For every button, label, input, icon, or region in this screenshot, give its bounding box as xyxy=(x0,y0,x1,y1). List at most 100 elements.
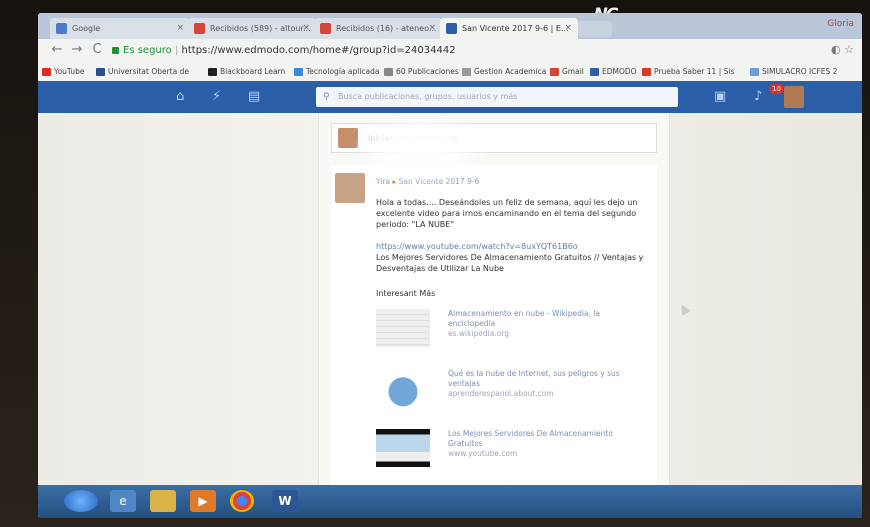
bookmark-edmodo[interactable]: EDMODO xyxy=(590,65,637,79)
bookmark-gestion[interactable]: Gestion Academica xyxy=(462,65,546,79)
notification-badge: 10 xyxy=(770,84,783,94)
gmail-favicon-icon xyxy=(320,23,331,34)
start-button[interactable] xyxy=(64,490,98,512)
link-card-url: es.wikipedia.org xyxy=(448,329,510,338)
gmail-favicon-icon xyxy=(194,23,205,34)
google-favicon-icon xyxy=(56,23,67,34)
close-tab-icon[interactable]: × xyxy=(564,18,572,39)
youtube-icon xyxy=(42,68,51,76)
tab-gmail-2[interactable]: Recibidos (16) - ateneo... × xyxy=(314,18,442,39)
close-tab-icon[interactable]: × xyxy=(302,18,310,39)
bell-icon[interactable]: ♪ xyxy=(754,89,762,104)
feed-post: Yira ▸ San Vicente 2017 9-6 Hola a todas… xyxy=(331,165,657,485)
link-card-url: www.youtube.com xyxy=(448,449,518,458)
tab-label: San Vicente 2017 9-6 | E... xyxy=(462,24,569,33)
video-thumbnail xyxy=(376,429,430,467)
tab-edmodo[interactable]: San Vicente 2017 9-6 | E... × xyxy=(440,18,578,39)
taskbar: e ▶ W xyxy=(38,485,862,518)
browser-toolbar: ← → C Es seguro | https://www.edmodo.com… xyxy=(38,39,862,64)
post-group[interactable]: San Vicente 2017 9-6 xyxy=(399,177,480,186)
tab-google[interactable]: Google × xyxy=(50,18,190,39)
browser-window: Google × Recibidos (589) - altour... × R… xyxy=(38,13,862,518)
avatar xyxy=(338,128,358,148)
bookmark-label: YouTube xyxy=(54,67,85,76)
close-tab-icon[interactable]: × xyxy=(428,18,436,39)
bookmark-label: Gmail xyxy=(562,67,584,76)
search-input[interactable]: ⚲ Busca publicaciones, grupos, usuarios … xyxy=(316,87,678,107)
folder-icon[interactable] xyxy=(150,490,176,512)
post-composer[interactable]: Iniciar una publicación xyxy=(331,123,657,153)
tab-gmail-1[interactable]: Recibidos (589) - altour... × xyxy=(188,18,316,39)
reload-icon[interactable]: C xyxy=(88,42,106,57)
back-icon[interactable]: ← xyxy=(48,42,66,57)
saber-icon xyxy=(642,68,651,76)
bookmarks-bar: YouTube Universitat Oberta de Blackboard… xyxy=(38,63,862,82)
link-card-url: aprenderespanol.about.com xyxy=(448,389,554,398)
simulacro-icon xyxy=(750,68,759,76)
arrow-right-icon: ▸ xyxy=(392,177,397,186)
bookmark-blackboard[interactable]: Blackboard Learn xyxy=(208,65,285,79)
bookmark-label: Universitat Oberta de xyxy=(108,67,189,76)
post-link-url[interactable]: https://www.youtube.com/watch?v=8uxYQT61… xyxy=(376,241,651,252)
backpack-icon[interactable]: ▣ xyxy=(714,89,726,104)
composer-placeholder: Iniciar una publicación xyxy=(368,134,459,143)
bookmark-tecnologia[interactable]: Tecnología aplicada xyxy=(294,65,379,79)
page-icon xyxy=(384,68,393,76)
link-card-title: Los Mejores Servidores De Almacenamiento… xyxy=(448,429,613,448)
monitor-bezel: NC Google × Recibidos (589) - altour... … xyxy=(0,0,870,527)
wikipedia-thumbnail xyxy=(376,309,430,347)
user-avatar[interactable] xyxy=(784,86,804,108)
post-meta: Yira ▸ San Vicente 2017 9-6 xyxy=(376,177,479,186)
library-icon[interactable]: ▤ xyxy=(248,89,260,104)
close-tab-icon[interactable]: × xyxy=(176,18,184,39)
secure-label: Es seguro xyxy=(123,45,172,56)
link-card-title: Qué es la nube de Internet, sus peligros… xyxy=(448,369,620,388)
bookmark-label: Gestion Academica xyxy=(474,67,547,76)
link-card[interactable]: Qué es la nube de Internet, sus peligros… xyxy=(376,363,651,415)
tab-label: Google xyxy=(72,24,101,33)
word-icon[interactable]: W xyxy=(272,490,298,512)
extension-bookmark-icons[interactable]: ◐ ☆ xyxy=(831,43,854,56)
bookmark-label: EDMODO xyxy=(602,67,637,76)
progress-icon[interactable]: ⚡ xyxy=(212,89,221,104)
new-tab-button[interactable] xyxy=(578,21,612,37)
tab-label: Recibidos (16) - ateneo... xyxy=(336,24,437,33)
post-text: Hola a todas.... Deseándoles un feliz de… xyxy=(376,198,638,229)
chrome-icon[interactable] xyxy=(230,490,254,512)
google-icon xyxy=(550,68,559,76)
link-card[interactable]: Los Mejores Servidores De Almacenamiento… xyxy=(376,423,651,475)
forward-icon[interactable]: → xyxy=(68,42,86,57)
ie-icon[interactable]: e xyxy=(110,490,136,512)
bookmark-label: Blackboard Learn xyxy=(220,67,286,76)
bookmark-prueba-saber[interactable]: Prueba Saber 11 | Sis xyxy=(642,65,734,79)
bookmark-label: Tecnología aplicada xyxy=(306,67,380,76)
bookmark-label: 60 Publicaciones xyxy=(396,67,459,76)
edmodo-icon xyxy=(590,68,599,76)
media-player-icon[interactable]: ▶ xyxy=(190,490,216,512)
search-placeholder: Busca publicaciones, grupos, usuarios y … xyxy=(338,92,518,101)
bookmark-publicaciones[interactable]: 60 Publicaciones xyxy=(384,65,459,79)
bookmark-label: Prueba Saber 11 | Sis xyxy=(654,67,735,76)
lock-icon xyxy=(112,46,119,54)
edmodo-favicon-icon xyxy=(446,23,457,34)
bookmark-label: SIMULACRO ICFES 2 xyxy=(762,67,838,76)
bookmark-uoc[interactable]: Universitat Oberta de xyxy=(96,65,189,79)
cloud-thumbnail xyxy=(376,369,430,407)
bookmark-simulacro[interactable]: SIMULACRO ICFES 2 xyxy=(750,65,837,79)
tab-strip: Google × Recibidos (589) - altour... × R… xyxy=(38,13,862,39)
search-icon: ⚲ xyxy=(323,92,330,102)
address-bar[interactable]: Es seguro | https://www.edmodo.com/home#… xyxy=(112,42,812,60)
edmodo-navbar: ⌂ ⚡ ▤ ⚲ Busca publicaciones, grupos, usu… xyxy=(38,81,862,113)
post-link-title: Los Mejores Servidores De Almacenamiento… xyxy=(376,253,644,273)
bookmark-gmail[interactable]: Gmail xyxy=(550,65,584,79)
author-avatar[interactable] xyxy=(335,173,365,203)
link-card[interactable]: Almacenamiento en nube - Wikipedia, la e… xyxy=(376,303,651,355)
bookmark-youtube[interactable]: YouTube xyxy=(42,65,85,79)
home-icon[interactable]: ⌂ xyxy=(176,89,184,104)
post-body: Hola a todas.... Deseándoles un feliz de… xyxy=(376,197,651,274)
uoc-icon xyxy=(96,68,105,76)
profile-name[interactable]: Gloria xyxy=(827,19,854,29)
document-icon xyxy=(462,68,471,76)
post-author[interactable]: Yira xyxy=(376,177,390,186)
link-card-title: Almacenamiento en nube - Wikipedia, la e… xyxy=(448,309,601,328)
